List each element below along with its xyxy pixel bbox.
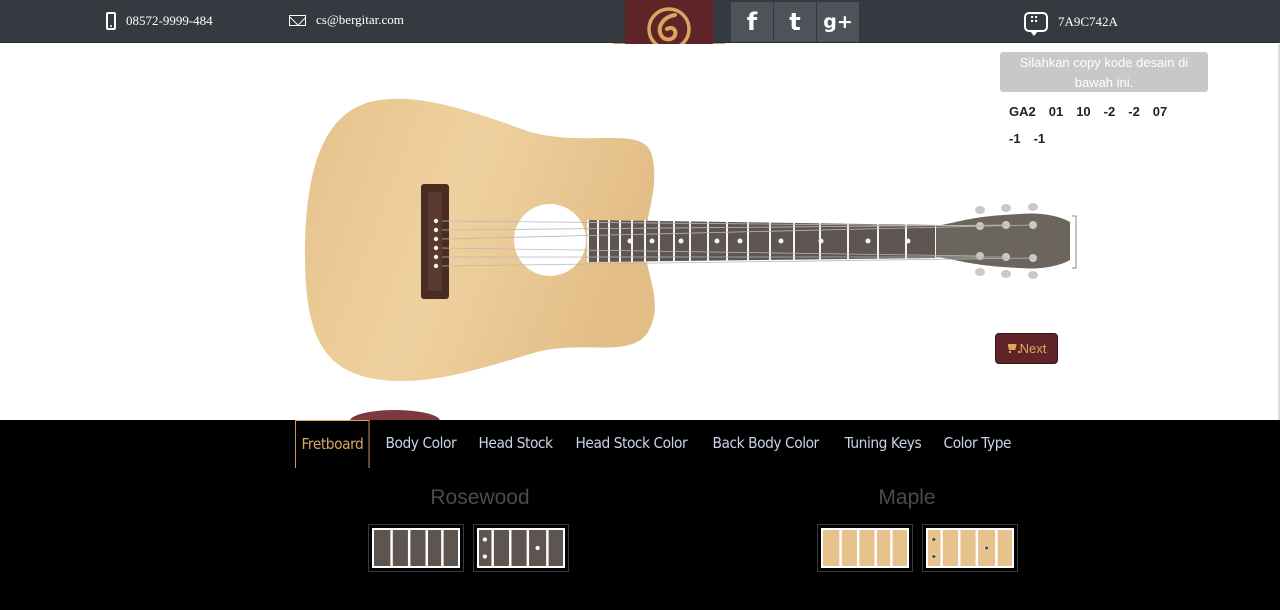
facebook-icon: f — [746, 8, 758, 36]
rosewood-dots-icon — [477, 528, 565, 568]
code-value: 07 — [1152, 104, 1168, 119]
maple-title: Maple — [878, 486, 936, 509]
email-address: cs@bergitar.com — [316, 12, 404, 27]
code-value: 10 — [1076, 104, 1091, 119]
guitar-preview — [305, 98, 1077, 382]
google-plus-icon: g+ — [823, 11, 853, 33]
tab-body-color[interactable]: Body Color — [380, 420, 462, 468]
code-value: -2 — [1128, 104, 1140, 119]
code-value: -1 — [1009, 131, 1021, 146]
phone-icon — [106, 12, 116, 30]
maple-plain-icon — [821, 528, 909, 568]
option-tabs: Fretboard Body Color Head Stock Head Sto… — [295, 420, 1027, 468]
bbm-contact[interactable]: 7A9C742A — [1024, 11, 1118, 36]
cart-icon — [1007, 344, 1020, 353]
code-value: GA2 — [1009, 104, 1036, 119]
headstock — [936, 213, 1070, 269]
tab-tuning-keys[interactable]: Tuning Keys — [839, 420, 927, 468]
tab-head-stock[interactable]: Head Stock — [473, 420, 558, 468]
maple-plain-swatch[interactable] — [817, 524, 913, 572]
code-value: -2 — [1103, 104, 1116, 119]
next-label: Next — [1019, 341, 1047, 356]
mail-icon — [289, 14, 306, 26]
tab-head-stock-color[interactable]: Head Stock Color — [570, 420, 693, 468]
maple-dots-icon — [926, 528, 1014, 568]
design-code-hint: Silahkan copy kode desain di bawah ini. — [1000, 52, 1208, 92]
rosewood-plain-swatch[interactable] — [368, 524, 464, 572]
facebook-button[interactable]: f — [731, 2, 773, 42]
rosewood-title: Rosewood — [430, 486, 530, 509]
bbm-pin: 7A9C742A — [1058, 14, 1118, 29]
rosewood-plain-icon — [372, 528, 460, 568]
phone-contact[interactable]: 08572-9999-484 — [106, 12, 213, 30]
phone-number: 08572-9999-484 — [126, 13, 213, 28]
code-value: -1 — [1033, 131, 1046, 146]
bridge-saddle — [428, 192, 442, 291]
design-code[interactable]: GA2 01 10 -2 -2 07 -1 -1 — [1009, 98, 1199, 152]
next-button[interactable]: Next — [995, 333, 1058, 364]
rosewood-dots-swatch[interactable] — [473, 524, 569, 572]
email-contact[interactable]: cs@bergitar.com — [289, 12, 404, 28]
options-panel: Fretboard Body Color Head Stock Head Sto… — [0, 420, 1280, 610]
headstock-bracket — [1072, 215, 1077, 269]
tab-fretboard[interactable]: Fretboard — [295, 420, 370, 468]
google-plus-button[interactable]: g+ — [817, 2, 859, 42]
blackberry-messenger-icon — [1024, 11, 1048, 36]
twitter-button[interactable]: t — [774, 2, 816, 42]
tab-color-type[interactable]: Color Type — [938, 420, 1017, 468]
code-value: 01 — [1048, 104, 1064, 119]
tab-back-body-color[interactable]: Back Body Color — [707, 420, 824, 468]
twitter-icon: t — [789, 8, 801, 36]
maple-dots-swatch[interactable] — [922, 524, 1018, 572]
